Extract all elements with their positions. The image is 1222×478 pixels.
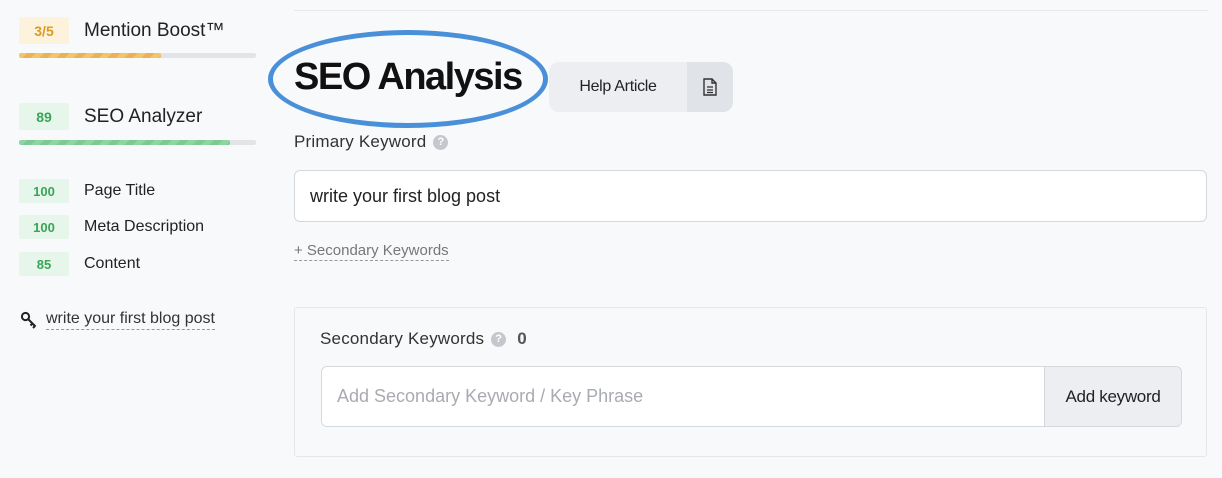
seo-analyzer-label: SEO Analyzer	[84, 105, 203, 127]
mention-boost-progress	[19, 53, 256, 58]
top-divider	[294, 10, 1208, 11]
page-title: SEO Analysis	[294, 56, 523, 98]
secondary-keywords-link[interactable]: + Secondary Keywords	[294, 242, 449, 261]
mention-boost-score: 3/5	[19, 17, 69, 44]
seo-analyzer-progress-fill	[19, 140, 230, 145]
seo-page: 3/5 Mention Boost™ 89 SEO Analyzer 100 P…	[0, 0, 1222, 478]
mention-boost-label: Mention Boost™	[84, 19, 225, 41]
primary-keyword-label-group: Primary Keyword ?	[294, 132, 449, 152]
subscore-content[interactable]: 85 Content	[19, 252, 140, 276]
question-icon[interactable]: ?	[491, 331, 507, 347]
document-icon[interactable]	[687, 62, 733, 112]
secondary-keyword-input[interactable]	[322, 367, 1044, 426]
help-article-group: Help Article	[549, 62, 733, 112]
seo-analyzer-row[interactable]: 89 SEO Analyzer	[19, 103, 202, 130]
subscore-page-title[interactable]: 100 Page Title	[19, 179, 155, 203]
secondary-keyword-input-group: Add keyword	[321, 366, 1182, 427]
title-highlight: SEO Analysis	[268, 30, 548, 128]
secondary-keywords-panel: Secondary Keywords ? 0 Add keyword	[294, 307, 1207, 457]
help-article-button[interactable]: Help Article	[549, 62, 687, 112]
primary-keyword-label: Primary Keyword	[294, 132, 427, 151]
secondary-keywords-count: 0	[517, 329, 527, 348]
mention-boost-progress-fill	[19, 53, 162, 58]
primary-keyword-input[interactable]: write your first blog post	[294, 170, 1207, 222]
seo-analyzer-progress	[19, 140, 256, 145]
secondary-keywords-header: Secondary Keywords ? 0	[320, 329, 527, 349]
subscore-meta-description[interactable]: 100 Meta Description	[19, 215, 204, 239]
subscore-label: Page Title	[84, 182, 156, 199]
secondary-keywords-label: Secondary Keywords	[320, 329, 485, 348]
subscore-badge: 100	[19, 215, 69, 239]
subscore-badge: 100	[19, 179, 69, 203]
sidebar: 3/5 Mention Boost™ 89 SEO Analyzer 100 P…	[0, 0, 270, 478]
question-icon[interactable]: ?	[433, 134, 449, 150]
sidebar-keyword[interactable]: write your first blog post	[19, 310, 215, 330]
sidebar-keyword-text: write your first blog post	[46, 310, 215, 330]
mention-boost-row[interactable]: 3/5 Mention Boost™	[19, 17, 224, 44]
key-icon	[19, 310, 39, 330]
subscore-label: Content	[84, 255, 141, 272]
add-keyword-button[interactable]: Add keyword	[1044, 367, 1181, 426]
subscore-label: Meta Description	[84, 218, 205, 235]
subscore-badge: 85	[19, 252, 69, 276]
seo-analyzer-score: 89	[19, 103, 69, 130]
